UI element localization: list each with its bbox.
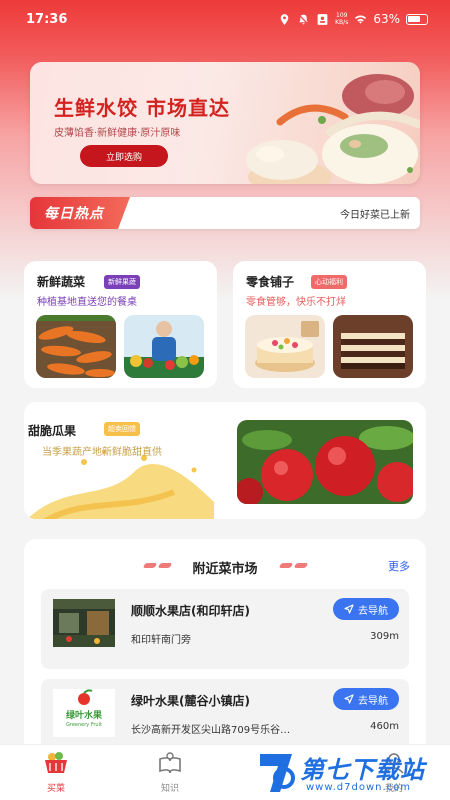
category-title: 甜脆瓜果 <box>28 424 77 438</box>
tab-buy[interactable]: 买菜 <box>26 751 86 794</box>
category-card-vegetables[interactable]: 新鲜蔬菜 新鲜果蔬 种植基地直送您的餐桌 <box>24 261 217 388</box>
wifi-icon <box>355 15 367 24</box>
basket-icon <box>45 752 67 773</box>
tab-label: 知识 <box>160 784 179 794</box>
navigate-button[interactable]: 去导航 <box>333 598 399 620</box>
watermark-logo-icon <box>260 754 295 792</box>
category-title: 零食铺子 <box>246 275 295 289</box>
status-time: 17:36 <box>26 11 68 27</box>
navigation-arrow-icon <box>344 604 354 614</box>
watermark-title: 第七下载站 <box>300 756 425 784</box>
mute-bell-icon <box>298 13 309 25</box>
navigation-arrow-icon <box>344 694 354 704</box>
battery-icon <box>406 13 428 25</box>
shop-address: 和印轩南门旁 <box>131 635 191 646</box>
layered-cake-image <box>333 315 413 378</box>
more-link[interactable]: 更多 <box>388 558 410 574</box>
shop-name: 顺顺水果店(和印轩店) <box>131 604 250 618</box>
apples-image <box>237 420 413 504</box>
watermark-url: www.d7down.com <box>306 782 412 793</box>
category-desc: 零食管够，快乐不打烊 <box>246 297 346 308</box>
shop-now-button[interactable]: 立即选购 <box>80 145 168 167</box>
logo-subtext: Greenery Fruit <box>66 722 102 728</box>
shop-distance: 309m <box>370 631 399 642</box>
category-desc: 种植基地直送您的餐桌 <box>37 297 137 308</box>
category-badge: 心动福利 <box>311 275 347 289</box>
category-title: 新鲜蔬菜 <box>37 275 86 289</box>
tab-knowledge[interactable]: 知识 <box>140 751 200 794</box>
contact-card-icon <box>317 13 328 25</box>
market-title: 附近菜市场 <box>192 562 258 577</box>
banner-title: 生鲜水饺 市场直达 <box>54 96 230 120</box>
tab-label: 买菜 <box>46 784 65 794</box>
category-card-fruits[interactable]: 甜脆瓜果 超卖回馈 当季果蔬产地新鲜脆甜直供 <box>24 402 426 519</box>
category-badge: 超卖回馈 <box>104 422 140 436</box>
category-badge: 新鲜果蔬 <box>104 275 140 289</box>
site-watermark: 第七下载站 www.d7down.com <box>256 748 448 796</box>
book-icon <box>159 752 181 774</box>
shop-address: 长沙高新开发区尖山路709号乐谷… <box>131 725 291 736</box>
daily-hot-text: 今日好菜已上新 <box>340 210 410 221</box>
cake-image <box>245 315 325 378</box>
status-bar: 17:36 109 KB/s 63% <box>0 0 450 38</box>
carrots-image <box>36 315 116 378</box>
network-speed: 109 KB/s <box>335 12 349 26</box>
banner-subtitle: 皮薄馅香·新鲜健康·原汁原味 <box>54 128 181 139</box>
logo-text: 绿叶水果 <box>65 711 102 721</box>
navigate-button[interactable]: 去导航 <box>333 688 399 710</box>
daily-hot-tag: 每日热点 <box>30 197 130 229</box>
battery-percent: 63% <box>373 12 400 26</box>
daily-hot-bar[interactable]: 每日热点 今日好菜已上新 <box>30 197 420 229</box>
shop-thumbnail <box>53 599 115 647</box>
category-card-snacks[interactable]: 零食铺子 心动福利 零食管够，快乐不打烊 <box>233 261 426 388</box>
shop-logo: 绿叶水果 Greenery Fruit <box>53 689 115 737</box>
shop-distance: 460m <box>370 721 399 732</box>
market-item[interactable]: 顺顺水果店(和印轩店) 去导航 和印轩南门旁 309m <box>41 589 409 669</box>
vegetable-vendor-image <box>124 315 204 378</box>
promo-banner[interactable]: 生鲜水饺 市场直达 皮薄馅香·新鲜健康·原汁原味 立即选购 <box>30 62 420 184</box>
category-desc: 当季果蔬产地新鲜脆甜直供 <box>42 447 162 458</box>
title-decoration-right <box>278 563 309 568</box>
shop-name: 绿叶水果(麓谷小镇店) <box>131 694 250 708</box>
nearby-market-section: 附近菜市场 更多 顺顺水果店(和印轩店) 去导航 和印轩南门旁 309m 绿叶水… <box>24 539 426 769</box>
location-icon <box>280 13 289 25</box>
